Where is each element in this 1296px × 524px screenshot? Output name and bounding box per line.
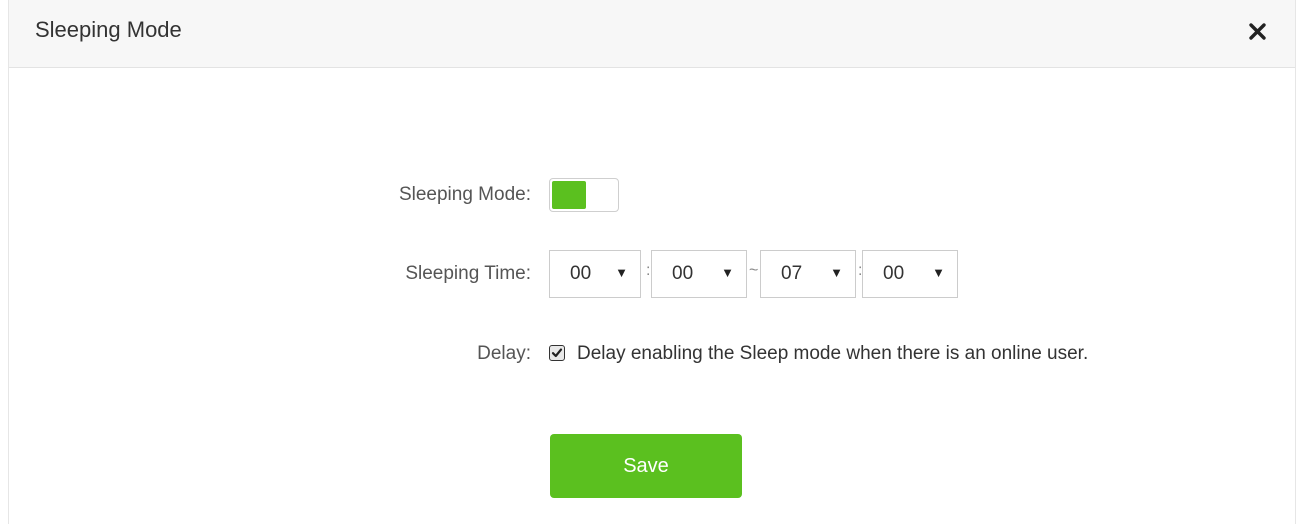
- close-icon: [1249, 23, 1266, 40]
- close-button[interactable]: [1243, 16, 1273, 46]
- dialog-title: Sleeping Mode: [35, 17, 182, 42]
- sleeping-mode-toggle[interactable]: [549, 178, 619, 212]
- save-button[interactable]: Save: [550, 434, 742, 498]
- end-minute-value: 00: [883, 263, 905, 284]
- start-minute-select[interactable]: 00 ▼: [651, 250, 747, 298]
- sleeping-mode-label: Sleeping Mode:: [398, 184, 531, 205]
- sleeping-mode-dialog: Sleeping Mode Sleeping Mode: Sleeping Ti…: [8, 0, 1296, 524]
- start-hour-value: 00: [570, 263, 592, 284]
- triangle-down-icon: ▼: [721, 265, 734, 280]
- delay-label: Delay:: [477, 343, 531, 364]
- time-separator: :: [646, 262, 651, 279]
- sleeping-time-label: Sleeping Time:: [405, 263, 531, 284]
- start-hour-select[interactable]: 00 ▼: [549, 250, 641, 298]
- triangle-down-icon: ▼: [830, 265, 843, 280]
- toggle-on-indicator: [552, 181, 586, 209]
- range-separator: ~: [749, 262, 759, 279]
- dialog-header: Sleeping Mode: [9, 0, 1295, 68]
- checkmark-icon: [551, 348, 563, 358]
- end-hour-select[interactable]: 07 ▼: [760, 250, 856, 298]
- start-minute-value: 00: [672, 263, 694, 284]
- end-minute-select[interactable]: 00 ▼: [862, 250, 958, 298]
- triangle-down-icon: ▼: [615, 265, 628, 280]
- delay-description: Delay enabling the Sleep mode when there…: [577, 343, 1089, 364]
- toggle-knob: [586, 181, 616, 209]
- triangle-down-icon: ▼: [932, 265, 945, 280]
- delay-checkbox[interactable]: [549, 345, 565, 361]
- end-hour-value: 07: [781, 263, 803, 284]
